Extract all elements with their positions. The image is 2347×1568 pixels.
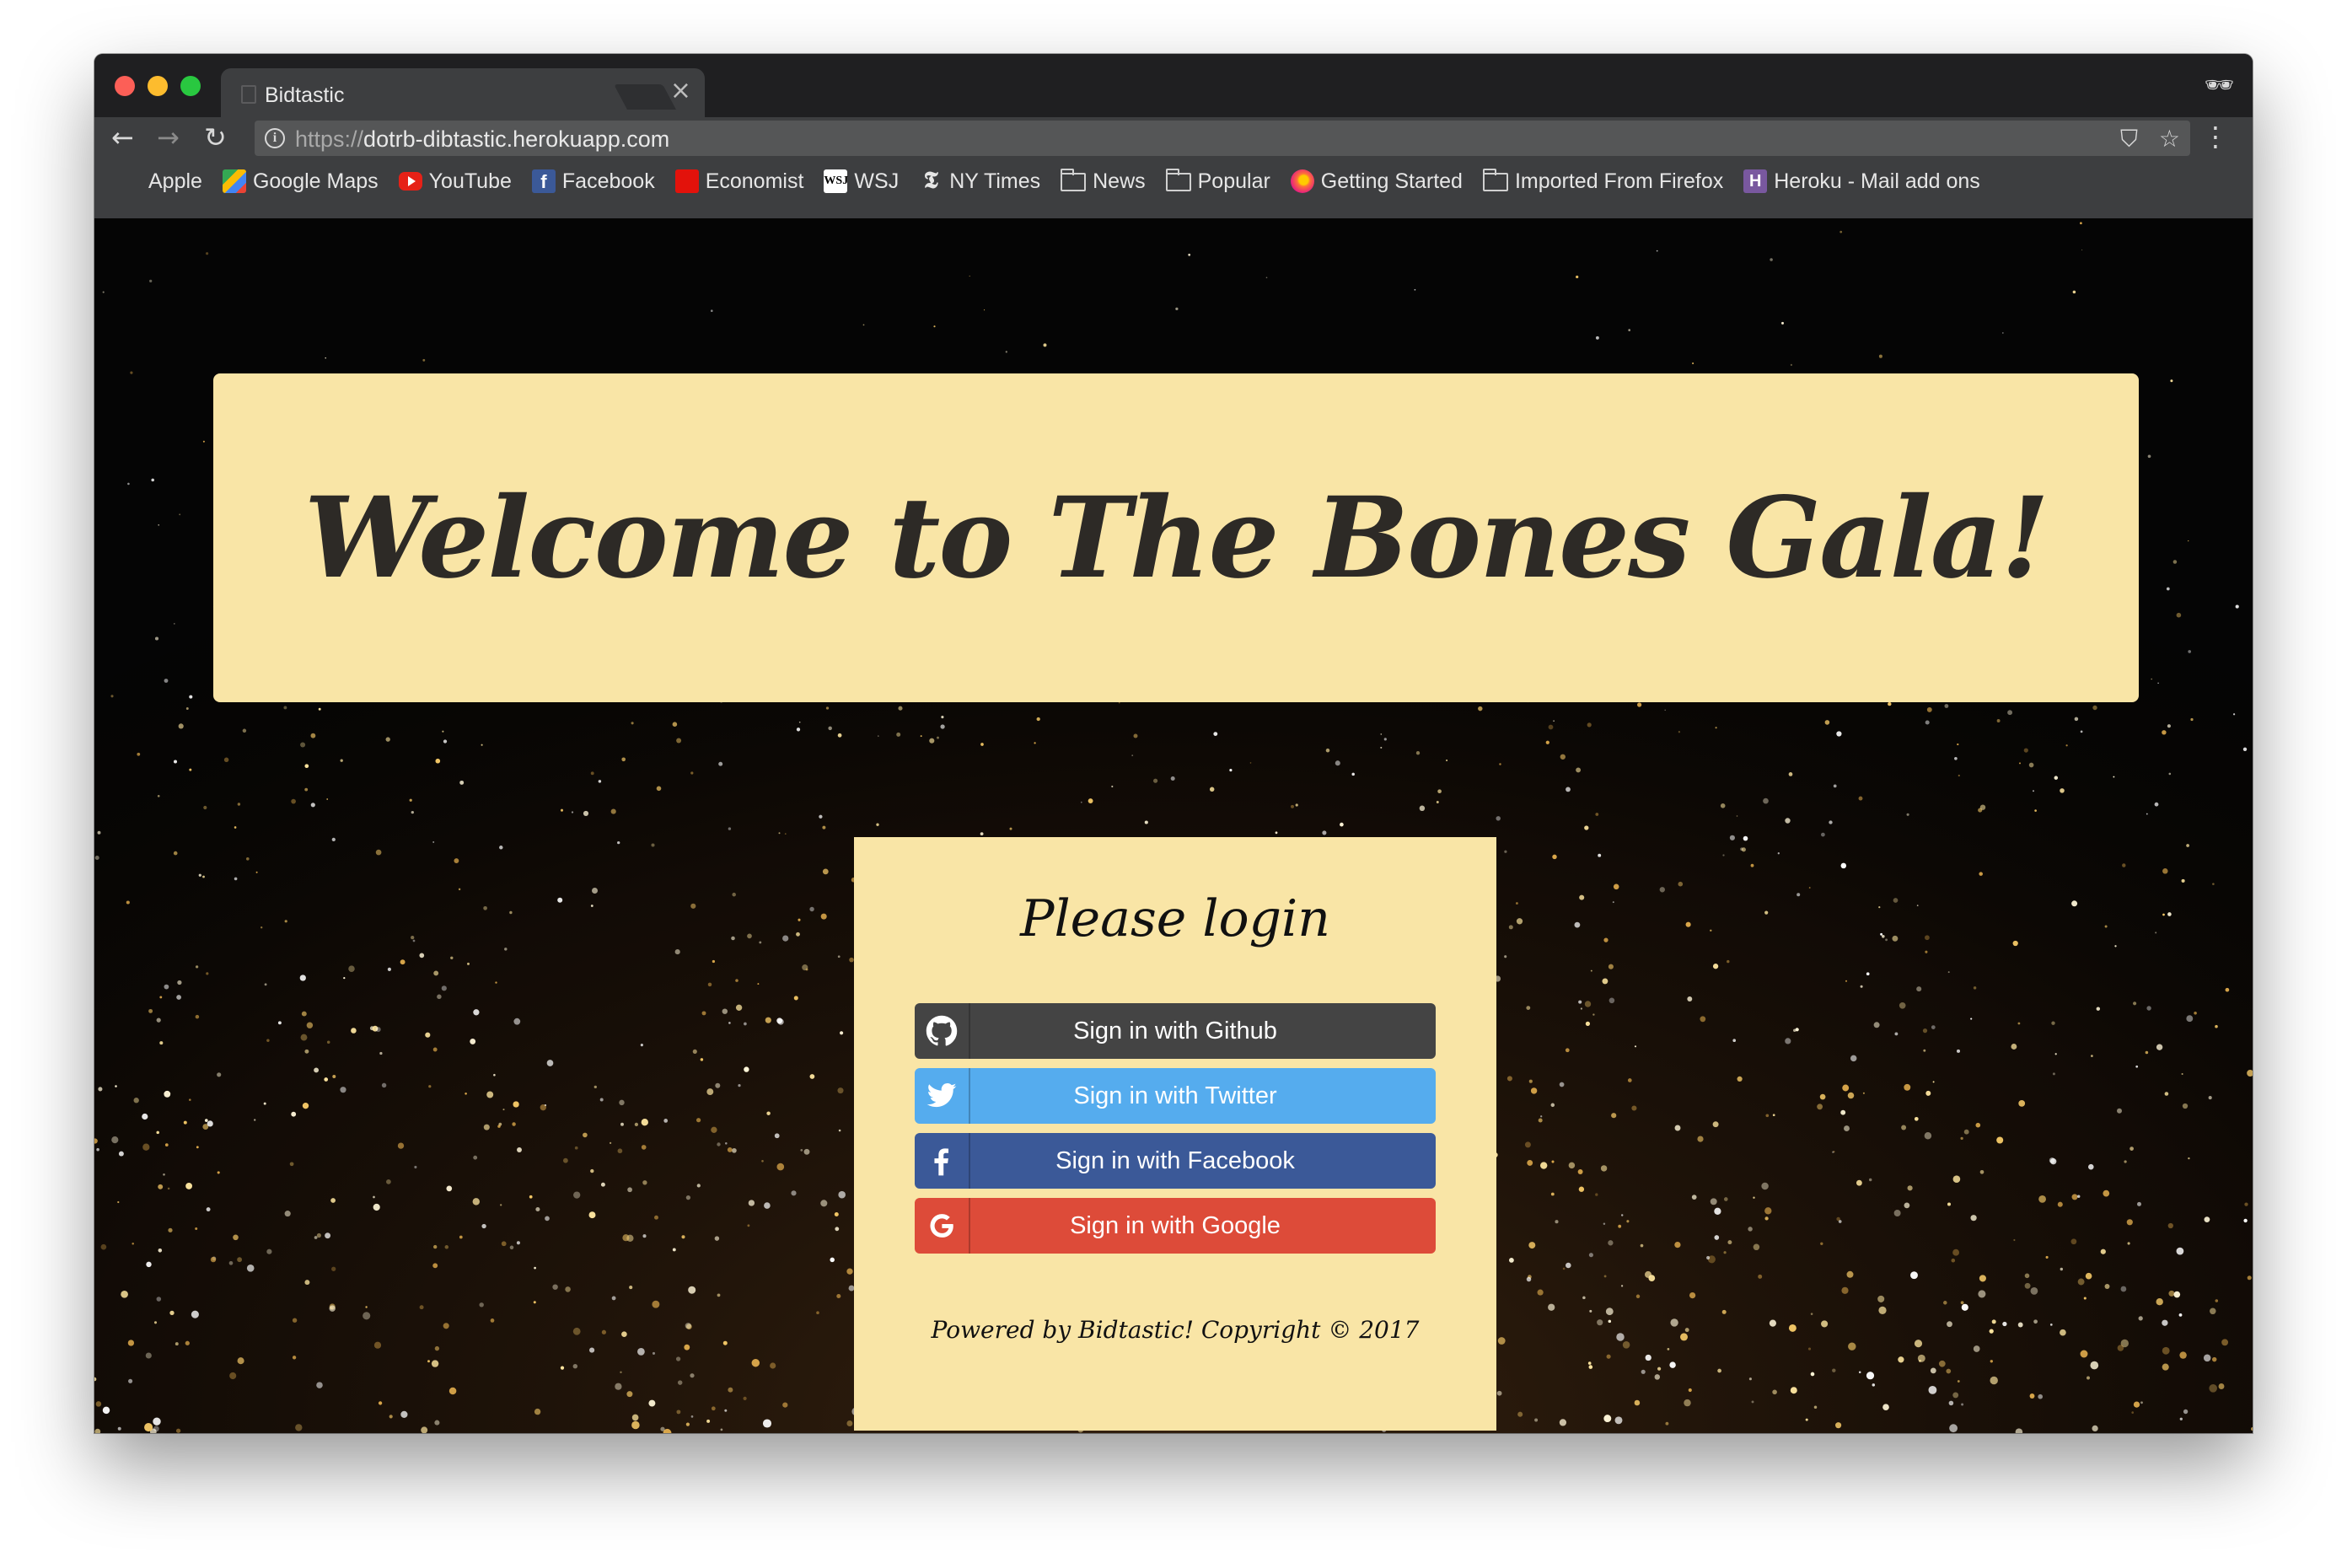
github-signin-button[interactable]: Sign in with Github (915, 1003, 1436, 1059)
bookmark-wsj[interactable]: WSJ WSJ (824, 169, 899, 194)
close-window-button[interactable] (115, 76, 135, 96)
address-bar[interactable]: i https://dotrb-dibtastic.herokuapp.com … (255, 121, 2190, 156)
bookmark-youtube[interactable]: YouTube (398, 169, 512, 194)
apple-icon (118, 169, 142, 193)
welcome-banner: Welcome to The Bones Gala! (213, 373, 2139, 702)
menu-dots-icon[interactable]: ⋮ (2202, 121, 2229, 153)
bookmark-heroku-mail-add-ons[interactable]: H Heroku - Mail add ons (1743, 169, 1980, 194)
twitter-signin-label: Sign in with Twitter (1073, 1082, 1277, 1109)
heroku-icon: H (1743, 169, 1768, 193)
bookmark-label: Economist (705, 169, 804, 193)
tab-title: Bidtastic (265, 83, 345, 107)
bookmark-facebook[interactable]: f Facebook (531, 169, 655, 194)
login-panel: Please login Sign in with Github Sign in… (854, 837, 1496, 1431)
bookmark-label: Getting Started (1320, 169, 1463, 193)
login-title: Please login (1020, 889, 1330, 948)
bookmark-economist[interactable]: Economist (674, 169, 804, 194)
google-icon (915, 1198, 970, 1254)
github-signin-label: Sign in with Github (1073, 1017, 1277, 1044)
google-signin-button[interactable]: Sign in with Google (915, 1198, 1436, 1254)
economist-icon (674, 169, 699, 193)
browser-window: Bidtastic × 🕶 ← → ↻ i https://dotrb-dibt… (94, 54, 2253, 1433)
bookmark-star-icon[interactable]: ☆ (2159, 125, 2180, 153)
google-signin-label: Sign in with Google (1070, 1211, 1281, 1239)
folder-icon (1165, 169, 1191, 191)
folder-icon (1061, 169, 1087, 191)
page-viewport: Welcome to The Bones Gala! Please login … (94, 218, 2253, 1433)
title-bar: Bidtastic × 🕶 (94, 54, 2253, 117)
github-icon (915, 1003, 970, 1059)
bookmark-label: Apple (148, 169, 202, 193)
reload-icon[interactable]: ↻ (204, 122, 227, 153)
nytimes-icon: 𝕿 (923, 168, 938, 194)
youtube-icon (398, 172, 422, 191)
page-icon (241, 85, 256, 104)
shield-icon[interactable]: ⛉ (2120, 125, 2138, 153)
facebook-icon: f (531, 169, 556, 193)
bookmark-imported-from-firefox[interactable]: Imported From Firefox (1482, 169, 1724, 194)
bookmark-label: YouTube (428, 169, 512, 193)
minimize-window-button[interactable] (148, 76, 168, 96)
bookmark-label: Heroku - Mail add ons (1774, 169, 1980, 193)
tab-close-icon[interactable]: × (670, 78, 691, 104)
facebook-signin-label: Sign in with Facebook (1055, 1146, 1295, 1174)
bookmark-ny-times[interactable]: 𝕿 NY Times (919, 168, 1041, 194)
forward-arrow-icon[interactable]: → (157, 122, 180, 153)
maximize-window-button[interactable] (180, 76, 201, 96)
browser-toolbar: ← → ↻ i https://dotrb-dibtastic.herokuap… (94, 117, 2253, 158)
bookmark-label: WSJ (854, 169, 900, 193)
url-text[interactable]: https://dotrb-dibtastic.herokuapp.com (295, 126, 669, 153)
bookmark-label: Popular (1197, 169, 1270, 193)
twitter-icon (915, 1068, 970, 1124)
bookmark-label: News (1093, 169, 1146, 193)
back-arrow-icon[interactable]: ← (111, 122, 134, 153)
bookmark-label: Imported From Firefox (1514, 169, 1724, 193)
bookmark-google-maps[interactable]: Google Maps (222, 169, 379, 194)
wsj-icon: WSJ (824, 169, 848, 193)
bookmark-apple[interactable]: Apple (118, 169, 202, 194)
bookmark-popular[interactable]: Popular (1165, 169, 1270, 194)
copyright-footer: Powered by Bidtastic! Copyright © 2017 (931, 1316, 1420, 1344)
incognito-icon: 🕶 (2204, 71, 2234, 99)
facebook-icon (915, 1133, 970, 1189)
bookmark-label: Facebook (561, 169, 655, 193)
bookmark-news[interactable]: News (1061, 169, 1146, 194)
firefox-icon (1290, 169, 1314, 193)
info-icon[interactable]: i (265, 128, 285, 148)
google-maps-icon (222, 169, 246, 193)
page-title: Welcome to The Bones Gala! (303, 472, 2049, 604)
twitter-signin-button[interactable]: Sign in with Twitter (915, 1068, 1436, 1124)
facebook-signin-button[interactable]: Sign in with Facebook (915, 1133, 1436, 1189)
bookmark-label: Google Maps (252, 169, 379, 193)
bookmark-label: NY Times (949, 169, 1041, 193)
folder-icon (1482, 169, 1508, 191)
bookmark-getting-started[interactable]: Getting Started (1290, 169, 1463, 194)
